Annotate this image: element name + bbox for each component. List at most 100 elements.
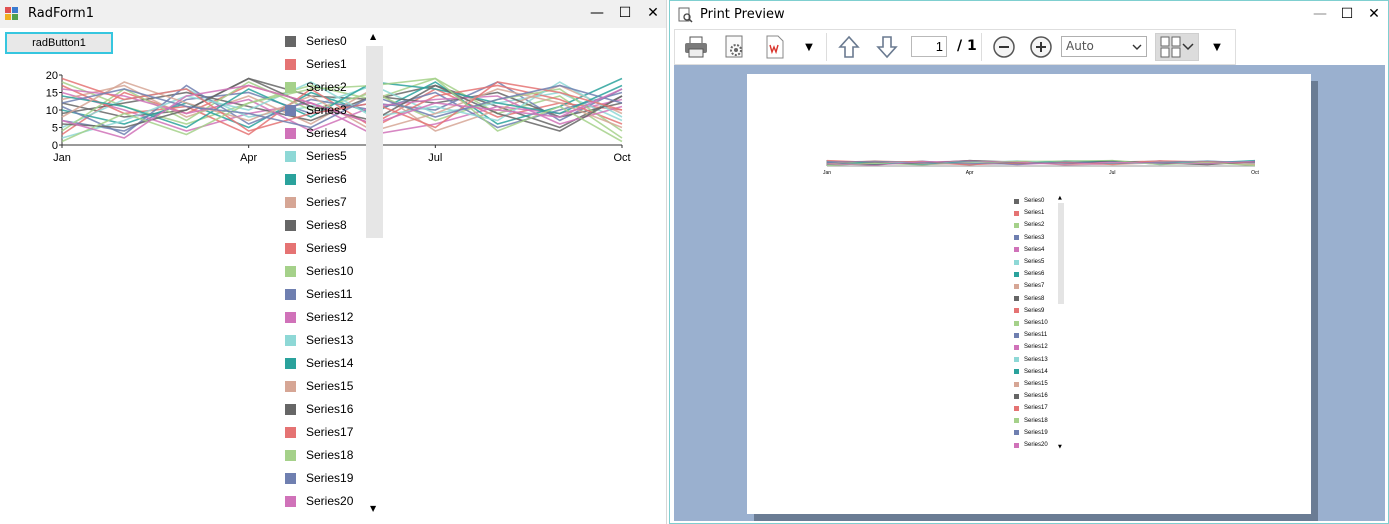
legend-swatch [285,127,296,139]
preview-legend-label: Series4 [1024,246,1045,253]
legend-item[interactable]: Series4 [285,124,347,142]
chevron-down-icon[interactable] [1128,37,1146,56]
legend-item[interactable]: Series16 [285,400,353,418]
legend-item[interactable]: Series6 [285,170,347,188]
legend-swatch [285,357,296,369]
preview-legend-label: Series11 [1024,332,1048,339]
next-page-button[interactable] [873,33,901,61]
legend-label: Series11 [306,287,353,301]
preview-x-tick-label: Jul [1109,170,1115,176]
legend-item[interactable]: Series0 [285,32,347,50]
legend-label: Series16 [306,402,354,416]
pdf-document-icon [766,35,784,59]
legend-label: Series6 [306,172,347,186]
printer-icon [685,36,707,58]
legend-item[interactable]: Series20 [285,492,353,510]
preview-legend-item: Series15 [1014,379,1048,389]
legend-label: Series20 [306,494,354,508]
preview-legend-swatch [1014,430,1019,436]
legend-scrollbar[interactable]: ▲ ▼ [366,30,383,518]
legend-item[interactable]: Series5 [285,147,347,165]
preview-titlebar[interactable]: Print Preview — ☐ ✕ [670,1,1388,29]
preview-legend-swatch [1014,198,1019,204]
preview-legend-item: Series4 [1014,245,1044,255]
legend-item[interactable]: Series9 [285,239,347,257]
legend-item[interactable]: Series13 [285,331,353,349]
legend-item[interactable]: Series11 [285,285,352,303]
preview-x-tick-label: Oct [1251,170,1259,176]
close-button[interactable]: ✕ [1363,3,1385,25]
preview-legend-label: Series19 [1024,429,1048,436]
preview-legend-swatch [1014,235,1019,241]
rad-button[interactable]: radButton1 [5,32,113,54]
close-button[interactable]: ✕ [642,2,664,24]
preview-legend-label: Series18 [1024,417,1048,424]
preview-legend-item: Series18 [1014,416,1048,426]
legend-item[interactable]: Series3 [285,101,347,119]
window-title: RadForm1 [28,6,94,21]
preview-legend-label: Series5 [1024,259,1045,265]
legend-label: Series7 [306,195,347,209]
legend-item[interactable]: Series8 [285,216,347,234]
legend-swatch [285,472,296,484]
page-layout-button[interactable] [1155,33,1199,61]
minimize-button[interactable]: — [1309,3,1331,25]
radform-window: RadForm1 — ☐ ✕ radButton1 20 15 10 5 0 Jan Apr… [0,0,667,524]
preview-legend-label: Series6 [1024,271,1045,278]
legend-item[interactable]: Series18 [285,446,353,464]
radform-titlebar[interactable]: RadForm1 — ☐ ✕ [0,0,666,28]
preview-legend-item: Series2 [1014,220,1044,230]
preview-legend-label: Series9 [1024,307,1045,314]
page-settings-icon [725,35,743,58]
preview-legend-label: Series17 [1024,405,1048,412]
preview-legend-label: Series10 [1024,320,1048,326]
preview-scroll-thumb [1058,203,1064,304]
legend-swatch [285,219,296,231]
legend-item[interactable]: Series1 [285,55,347,73]
preview-canvas[interactable]: Jan Apr Jul Oct Series0 Series1 Series2 Series… [674,65,1385,521]
legend-item[interactable]: Series19 [285,469,353,487]
zoom-in-button[interactable] [1027,33,1055,61]
scroll-down-arrow-icon[interactable]: ▼ [370,504,376,513]
legend-item[interactable]: Series17 [285,423,353,441]
zoom-dropdown[interactable]: Auto [1061,36,1147,57]
x-tick-label: Oct [613,152,630,164]
legend-item[interactable]: Series2 [285,78,347,96]
preview-legend-swatch [1014,357,1019,363]
scroll-thumb[interactable] [366,46,383,238]
arrow-up-icon [838,35,860,58]
preview-legend-item: Series0 [1014,196,1044,206]
overflow-menu-icon[interactable]: ▼ [1209,33,1225,61]
preview-legend-swatch [1014,320,1019,326]
preview-scroll-down-icon: ▼ [1058,444,1062,450]
chevron-down-icon [1182,43,1194,51]
legend-swatch [285,380,296,392]
preview-legend-swatch [1014,393,1019,399]
print-settings-button[interactable] [721,33,749,61]
previous-page-button[interactable] [835,33,863,61]
minimize-button[interactable]: — [586,2,608,24]
legend-item[interactable]: Series14 [285,354,353,372]
page-number-input[interactable]: 1 [911,36,947,57]
legend-item[interactable]: Series12 [285,308,353,326]
preview-legend-swatch [1014,405,1019,411]
legend-item[interactable]: Series15 [285,377,353,395]
scroll-up-arrow-icon[interactable]: ▲ [370,32,376,41]
legend-item[interactable]: Series7 [285,193,347,211]
preview-legend-item: Series3 [1014,233,1044,243]
print-button[interactable] [681,33,711,61]
preview-legend-label: Series2 [1024,222,1045,229]
maximize-button[interactable]: ☐ [1336,3,1358,25]
zoom-out-button[interactable] [990,33,1018,61]
preview-legend-label: Series14 [1024,368,1048,375]
y-tick-label: 15 [46,88,58,100]
preview-page: Jan Apr Jul Oct Series0 Series1 Series2 Series… [747,74,1311,514]
preview-legend-label: Series15 [1024,381,1048,387]
maximize-button[interactable]: ☐ [614,2,636,24]
legend-item[interactable]: Series10 [285,262,353,280]
legend-swatch [285,265,296,277]
preview-legend-label: Series20 [1024,442,1048,448]
export-pdf-button[interactable] [761,33,789,61]
more-options-dropdown-icon[interactable]: ▼ [801,33,817,61]
preview-legend-swatch [1014,247,1019,253]
